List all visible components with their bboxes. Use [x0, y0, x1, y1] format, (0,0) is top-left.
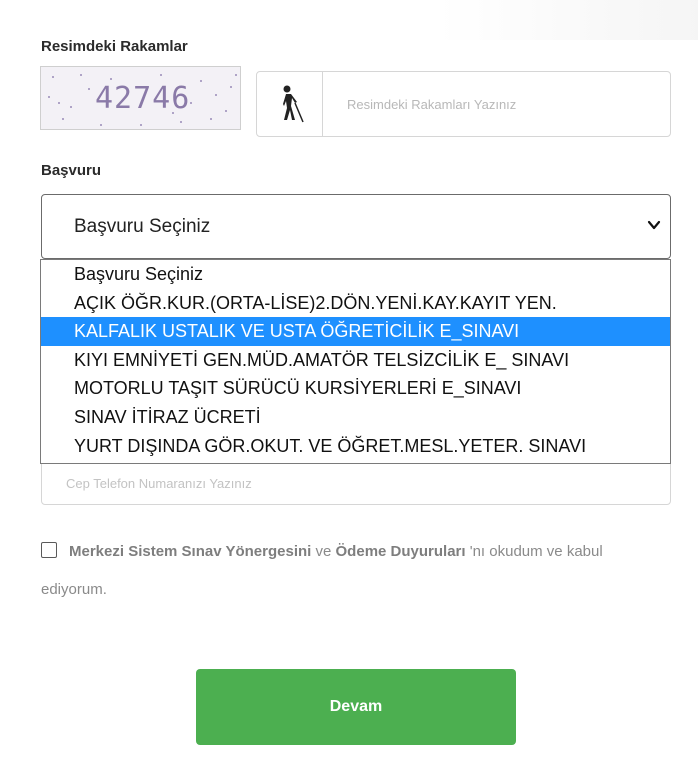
continue-button[interactable]: Devam — [196, 669, 516, 745]
consent-checkbox[interactable] — [41, 542, 57, 558]
blind-person-icon — [282, 85, 304, 123]
dropdown-option[interactable]: MOTORLU TAŞIT SÜRÜCÜ KURSİYERLERİ E_SINA… — [41, 374, 670, 403]
background-decoration — [438, 0, 698, 40]
dropdown-option[interactable]: AÇIK ÖĞR.KUR.(ORTA-LİSE)2.DÖN.YENİ.KAY.K… — [41, 289, 670, 318]
dropdown-option[interactable]: SINAV İTİRAZ ÜCRETİ — [41, 403, 670, 432]
captcha-label: Resimdeki Rakamlar — [41, 38, 188, 55]
dropdown-option[interactable]: KIYI EMNİYETİ GEN.MÜD.AMATÖR TELSİZCİLİK… — [41, 346, 670, 375]
dropdown-option[interactable]: YURT DIŞINDA GÖR.OKUT. VE ÖĞRET.MESL.YET… — [41, 432, 670, 461]
application-label: Başvuru — [41, 162, 102, 179]
captcha-input-group — [256, 71, 671, 137]
consent-connector: ve — [311, 543, 336, 560]
dropdown-option[interactable]: Başvuru Seçiniz — [41, 260, 670, 289]
consent-block: Merkezi Sistem Sınav Yönergesini ve Ödem… — [41, 533, 661, 609]
application-dropdown-list: Başvuru Seçiniz AÇIK ÖĞR.KUR.(ORTA-LİSE)… — [40, 259, 671, 464]
payment-announcements-link[interactable]: Ödeme Duyuruları — [336, 543, 466, 560]
dropdown-option-highlighted[interactable]: KALFALIK USTALIK VE USTA ÖĞRETİCİLİK E_S… — [41, 317, 670, 346]
regulation-link[interactable]: Merkezi Sistem Sınav Yönergesini — [69, 543, 311, 560]
application-select-value: Başvuru Seçiniz — [74, 215, 211, 237]
accessibility-audio-button[interactable] — [257, 72, 323, 136]
chevron-down-icon — [647, 220, 661, 230]
captcha-code: 42746 — [95, 81, 191, 116]
captcha-input[interactable] — [323, 72, 670, 136]
captcha-image: 42746 — [40, 66, 241, 130]
application-select[interactable]: Başvuru Seçiniz — [41, 194, 671, 259]
